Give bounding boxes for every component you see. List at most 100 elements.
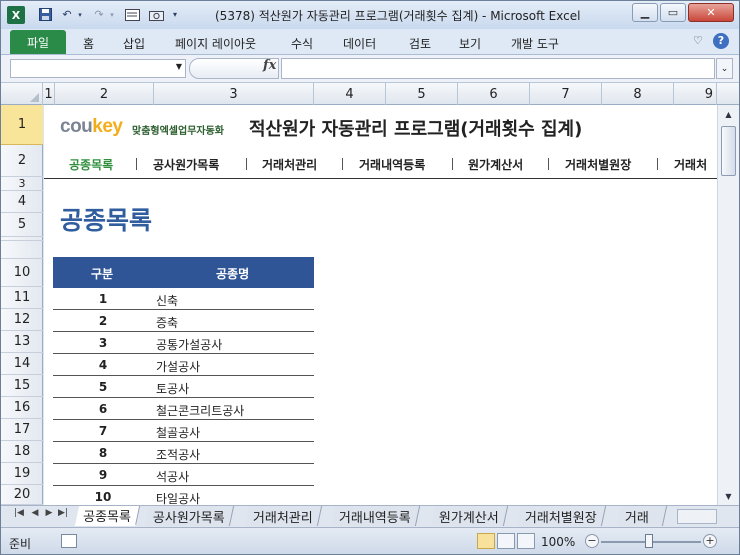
row-header[interactable]: 18: [1, 441, 43, 463]
excel-app-icon[interactable]: X: [7, 6, 25, 24]
undo-icon[interactable]: ↶: [59, 6, 75, 23]
name-box-dropdown-icon[interactable]: ▼: [176, 62, 182, 71]
redo-dropdown-icon[interactable]: ▾: [107, 6, 117, 23]
nav-link-clients[interactable]: 거래처관리: [262, 156, 317, 173]
row-header[interactable]: 11: [1, 287, 43, 309]
row-header[interactable]: 4: [1, 191, 43, 213]
select-all-corner[interactable]: [1, 83, 43, 105]
table-row[interactable]: 1 신축: [53, 288, 314, 310]
row-header[interactable]: 16: [1, 397, 43, 419]
column-header[interactable]: 5: [386, 83, 458, 105]
table-row[interactable]: 8 조적공사: [53, 442, 314, 464]
undo-dropdown-icon[interactable]: ▾: [75, 6, 85, 23]
maximize-button[interactable]: ▭: [660, 3, 686, 22]
row-header[interactable]: [1, 241, 43, 259]
redo-icon[interactable]: ↷: [91, 6, 107, 23]
last-sheet-icon[interactable]: ▶|: [57, 508, 69, 518]
row-header[interactable]: 5: [1, 213, 43, 237]
sheet-tab-cost-statement[interactable]: 원가계산서: [430, 506, 508, 526]
column-header[interactable]: 8: [602, 83, 674, 105]
page-break-view-button[interactable]: [517, 533, 535, 549]
row-header[interactable]: 2: [1, 145, 43, 177]
column-header[interactable]: 1: [43, 83, 55, 105]
help-icon[interactable]: ?: [713, 33, 729, 49]
row-header[interactable]: 3: [1, 177, 43, 191]
row-header[interactable]: 19: [1, 463, 43, 485]
next-sheet-icon[interactable]: ▶: [43, 508, 55, 518]
zoom-out-button[interactable]: −: [585, 534, 599, 548]
zoom-level[interactable]: 100%: [541, 535, 575, 549]
row-header[interactable]: 13: [1, 331, 43, 353]
scroll-down-arrow-icon[interactable]: ▼: [721, 489, 736, 503]
table-row[interactable]: 4 가설공사: [53, 354, 314, 376]
sheet-tab-work-types[interactable]: 공종목록: [74, 506, 140, 526]
row-header[interactable]: 10: [1, 259, 43, 287]
table-row[interactable]: 5 토공사: [53, 376, 314, 398]
table-row[interactable]: 6 철근콘크리트공사: [53, 398, 314, 420]
tab-developer[interactable]: 개발 도구: [511, 35, 559, 52]
tab-page-layout[interactable]: 페이지 레이아웃: [175, 35, 256, 52]
close-button[interactable]: ✕: [688, 3, 734, 22]
save-icon[interactable]: [37, 6, 53, 23]
nav-link-construction-cost[interactable]: 공사원가목록: [153, 156, 219, 173]
table-row[interactable]: 2 증축: [53, 310, 314, 332]
scroll-up-arrow-icon[interactable]: ▲: [721, 107, 736, 121]
sheet-tab-client-ledger[interactable]: 거래처별원장: [516, 506, 606, 526]
nav-link-client-ledger[interactable]: 거래처별원장: [565, 156, 631, 173]
row-header[interactable]: 1: [1, 105, 43, 145]
macro-record-icon[interactable]: [61, 534, 77, 548]
horizontal-scrollbar[interactable]: [677, 509, 717, 524]
form-icon[interactable]: [123, 6, 141, 23]
normal-view-button[interactable]: [477, 533, 495, 549]
table-row[interactable]: 3 공통가설공사: [53, 332, 314, 354]
tab-data[interactable]: 데이터: [343, 35, 376, 52]
insert-function-icon[interactable]: fx: [263, 58, 276, 73]
first-sheet-icon[interactable]: |◀: [13, 508, 25, 518]
row-header[interactable]: 14: [1, 353, 43, 375]
formula-input[interactable]: [281, 58, 715, 79]
row-header[interactable]: 20: [1, 485, 43, 505]
row-header[interactable]: 15: [1, 375, 43, 397]
status-bar: 준비 100% − +: [1, 527, 739, 554]
column-header-no: 구분: [91, 267, 114, 281]
worksheet-grid[interactable]: coukey 맞춤형엑셀업무자동화 적산원가 자동관리 프로그램(거래횟수 집계…: [44, 105, 717, 505]
prev-sheet-icon[interactable]: ◀: [29, 508, 41, 518]
sheet-tab-transactions[interactable]: 거래내역등록: [330, 506, 420, 526]
vertical-scroll-thumb[interactable]: [721, 126, 736, 176]
tab-home[interactable]: 홈: [83, 35, 94, 52]
tab-insert[interactable]: 삽입: [123, 35, 145, 52]
row-header[interactable]: 12: [1, 309, 43, 331]
collapse-ribbon-icon[interactable]: ♡: [693, 34, 703, 47]
column-header[interactable]: 3: [154, 83, 314, 105]
minimize-button[interactable]: ▁: [632, 3, 658, 22]
nav-link-clients-more[interactable]: 거래처: [674, 156, 707, 173]
page-layout-view-button[interactable]: [497, 533, 515, 549]
zoom-slider-thumb[interactable]: [645, 534, 653, 548]
column-header[interactable]: 6: [458, 83, 530, 105]
tab-formulas[interactable]: 수식: [291, 35, 313, 52]
row-header[interactable]: 17: [1, 419, 43, 441]
tab-review[interactable]: 검토: [409, 35, 431, 52]
row-number: 2: [98, 314, 108, 328]
sheet-tab-construction-cost[interactable]: 공사원가목록: [144, 506, 234, 526]
table-row[interactable]: 7 철골공사: [53, 420, 314, 442]
nav-link-transactions[interactable]: 거래내역등록: [359, 156, 425, 173]
file-tab[interactable]: 파일: [10, 30, 66, 54]
zoom-in-button[interactable]: +: [703, 534, 717, 548]
expand-formula-bar-icon[interactable]: ⌄: [716, 58, 733, 79]
nav-link-work-types[interactable]: 공종목록: [69, 156, 113, 173]
customize-toolbar-icon[interactable]: ▾: [169, 6, 181, 23]
table-row[interactable]: 9 석공사: [53, 464, 314, 486]
column-header[interactable]: 4: [314, 83, 386, 105]
tab-view[interactable]: 보기: [459, 35, 481, 52]
sheet-tab-more[interactable]: 거래: [616, 506, 668, 526]
name-box[interactable]: ▼: [10, 59, 186, 78]
camera-icon[interactable]: [147, 6, 165, 23]
vertical-scrollbar[interactable]: ▲ ▼: [717, 105, 739, 505]
nav-link-cost-statement[interactable]: 원가계산서: [468, 156, 523, 173]
column-header[interactable]: 2: [55, 83, 154, 105]
column-header[interactable]: 9: [674, 83, 717, 105]
sheet-tab-clients[interactable]: 거래처관리: [244, 506, 322, 526]
column-header[interactable]: 7: [530, 83, 602, 105]
table-row[interactable]: 10 타일공사: [53, 486, 314, 505]
